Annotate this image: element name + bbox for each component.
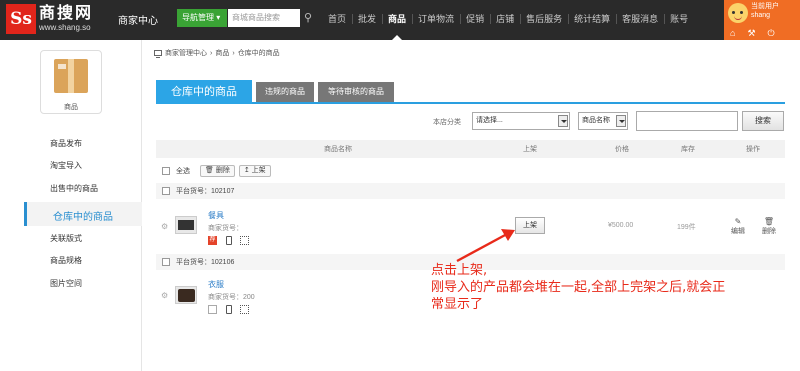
category-select[interactable]: 请选择...: [472, 112, 570, 130]
product-thumbnail[interactable]: [175, 286, 197, 304]
row-checkbox[interactable]: [162, 258, 170, 266]
category-label: 本店分类: [433, 119, 461, 126]
edit-button[interactable]: ✎ 编辑: [728, 217, 748, 236]
top-menu: 首页 批发 商品 订单物流 促销 店铺 售后服务 统计结算 客服消息 账号: [322, 0, 694, 40]
search-input[interactable]: 商城商品搜索: [228, 9, 300, 27]
sidebar-item-on-sale[interactable]: 出售中的商品: [50, 183, 98, 194]
qrcode-icon[interactable]: [240, 305, 249, 314]
delete-button[interactable]: 🗑 删除: [759, 217, 779, 236]
edit-icon: ✎: [734, 217, 742, 226]
sidebar-item-image-space[interactable]: 图片空间: [50, 278, 82, 289]
merchant-code: 商家货号：: [208, 225, 243, 232]
merchant-code: 商家货号：200: [208, 294, 255, 301]
search-field-select[interactable]: 商品名称: [578, 112, 628, 130]
wrench-icon[interactable]: ⚒: [747, 28, 755, 39]
col-list: 上架: [523, 146, 537, 153]
logo-name: 商搜网: [39, 5, 94, 22]
select-all-label: 全选: [176, 168, 190, 175]
menu-promotion[interactable]: 促销: [460, 0, 490, 40]
menu-statistics[interactable]: 统计结算: [568, 0, 616, 40]
select-all-checkbox[interactable]: [162, 167, 170, 175]
list-product-button[interactable]: 上架: [515, 217, 545, 234]
nav-manage-button[interactable]: 导航管理 ▾: [177, 9, 227, 27]
menu-home[interactable]: 首页: [322, 0, 352, 40]
search-field-value: 商品名称: [582, 117, 610, 124]
sidebar-item-publish[interactable]: 商品发布: [50, 138, 82, 149]
package-icon: [54, 59, 88, 93]
annotation-text: 点击上架, 刚导入的产品都会堆在一起,全部上完架之后,就会正 常显示了: [431, 263, 726, 312]
qrcode-icon[interactable]: [240, 236, 249, 245]
menu-account[interactable]: 账号: [664, 0, 694, 40]
goods-module-label: 商品: [64, 104, 78, 111]
tab-violation[interactable]: 违规的商品: [256, 82, 314, 102]
breadcrumb: 商家管理中心 › 商品 › 仓库中的商品: [154, 48, 280, 58]
platform-code: 平台货号：102106: [176, 259, 235, 266]
recommend-badge-inactive: [208, 305, 217, 314]
gear-icon[interactable]: ⚙: [161, 291, 168, 300]
breadcrumb-item[interactable]: 商品: [215, 48, 229, 58]
col-name: 商品名称: [324, 146, 352, 153]
search-button[interactable]: 搜索: [742, 111, 784, 131]
monitor-icon: [154, 50, 162, 58]
sidebar-item-warehouse[interactable]: 仓库中的商品: [24, 202, 142, 226]
col-stock: 库存: [681, 146, 695, 153]
power-icon[interactable]: ⏻: [768, 28, 775, 39]
row-checkbox[interactable]: [162, 187, 170, 195]
bulk-list-button[interactable]: ↥ 上架: [238, 165, 271, 177]
user-role: 当前用户: [751, 3, 779, 10]
menu-aftersale[interactable]: 售后服务: [520, 0, 568, 40]
gear-icon[interactable]: ⚙: [161, 222, 168, 231]
sidebar-item-warehouse-label: 仓库中的商品: [53, 212, 113, 223]
bulk-actions-row: 全选 🗑 删除 ↥ 上架: [156, 163, 785, 179]
tab-warehouse[interactable]: 仓库中的商品: [156, 80, 252, 104]
annotation-arrow: [456, 229, 515, 263]
recommend-badge: 荐: [208, 236, 217, 245]
sidebar: 商品 商品发布 淘宝导入 出售中的商品 仓库中的商品 关联版式 商品规格 图片空…: [0, 40, 142, 371]
product-thumbnail[interactable]: [175, 216, 197, 234]
breadcrumb-item: 仓库中的商品: [237, 50, 280, 57]
site-logo[interactable]: Ss 商搜网 www.shang.so: [6, 4, 93, 34]
table-header: 商品名称 上架 价格 库存 操作: [156, 140, 785, 158]
menu-orders[interactable]: 订单物流: [412, 0, 460, 40]
mobile-icon: [226, 305, 232, 314]
top-bar: Ss 商搜网 www.shang.so 商家中心 导航管理 ▾ 商城商品搜索 ⚲…: [0, 0, 800, 40]
menu-store[interactable]: 店铺: [490, 0, 520, 40]
binoculars-icon[interactable]: ⚲: [304, 11, 312, 24]
platform-code: 平台货号：102107: [176, 188, 235, 195]
category-select-value: 请选择...: [476, 117, 503, 124]
breadcrumb-item[interactable]: 商家管理中心: [165, 48, 207, 58]
logo-url: www.shang.so: [39, 23, 91, 32]
merchant-center-title: 商家中心: [118, 16, 158, 27]
goods-tabs: 仓库中的商品 违规的商品 等待审核的商品: [156, 80, 785, 104]
chevron-down-icon: [558, 115, 568, 127]
chevron-down-icon: [616, 115, 626, 127]
user-panel[interactable]: 当前用户 shang ⌂ ⚒ ⏻: [724, 0, 800, 40]
tab-pending-review[interactable]: 等待审核的商品: [318, 82, 394, 102]
menu-goods[interactable]: 商品: [382, 0, 412, 40]
user-name: shang: [751, 12, 771, 19]
home-icon[interactable]: ⌂: [730, 28, 735, 39]
menu-wholesale[interactable]: 批发: [352, 0, 382, 40]
sidebar-item-related-layout[interactable]: 关联版式: [50, 233, 82, 244]
sidebar-item-spec[interactable]: 商品规格: [50, 255, 82, 266]
bulk-delete-button[interactable]: 🗑 删除: [200, 165, 235, 177]
menu-messages[interactable]: 客服消息: [616, 0, 664, 40]
table-row: 平台货号：102107: [156, 183, 785, 199]
keyword-input[interactable]: [636, 111, 738, 131]
logo-mark: Ss: [6, 4, 36, 34]
product-name-link[interactable]: 餐具: [208, 210, 224, 221]
avatar[interactable]: [728, 3, 748, 23]
col-price: 价格: [615, 146, 629, 153]
product-name-link[interactable]: 衣服: [208, 279, 224, 290]
sidebar-item-taobao-import[interactable]: 淘宝导入: [50, 160, 82, 171]
goods-module-box: 商品: [40, 50, 102, 114]
product-stock: 199件: [677, 224, 696, 231]
product-price: ¥500.00: [608, 222, 634, 229]
col-actions: 操作: [746, 146, 760, 153]
mobile-icon: [226, 236, 232, 245]
trash-icon: 🗑: [763, 217, 775, 226]
